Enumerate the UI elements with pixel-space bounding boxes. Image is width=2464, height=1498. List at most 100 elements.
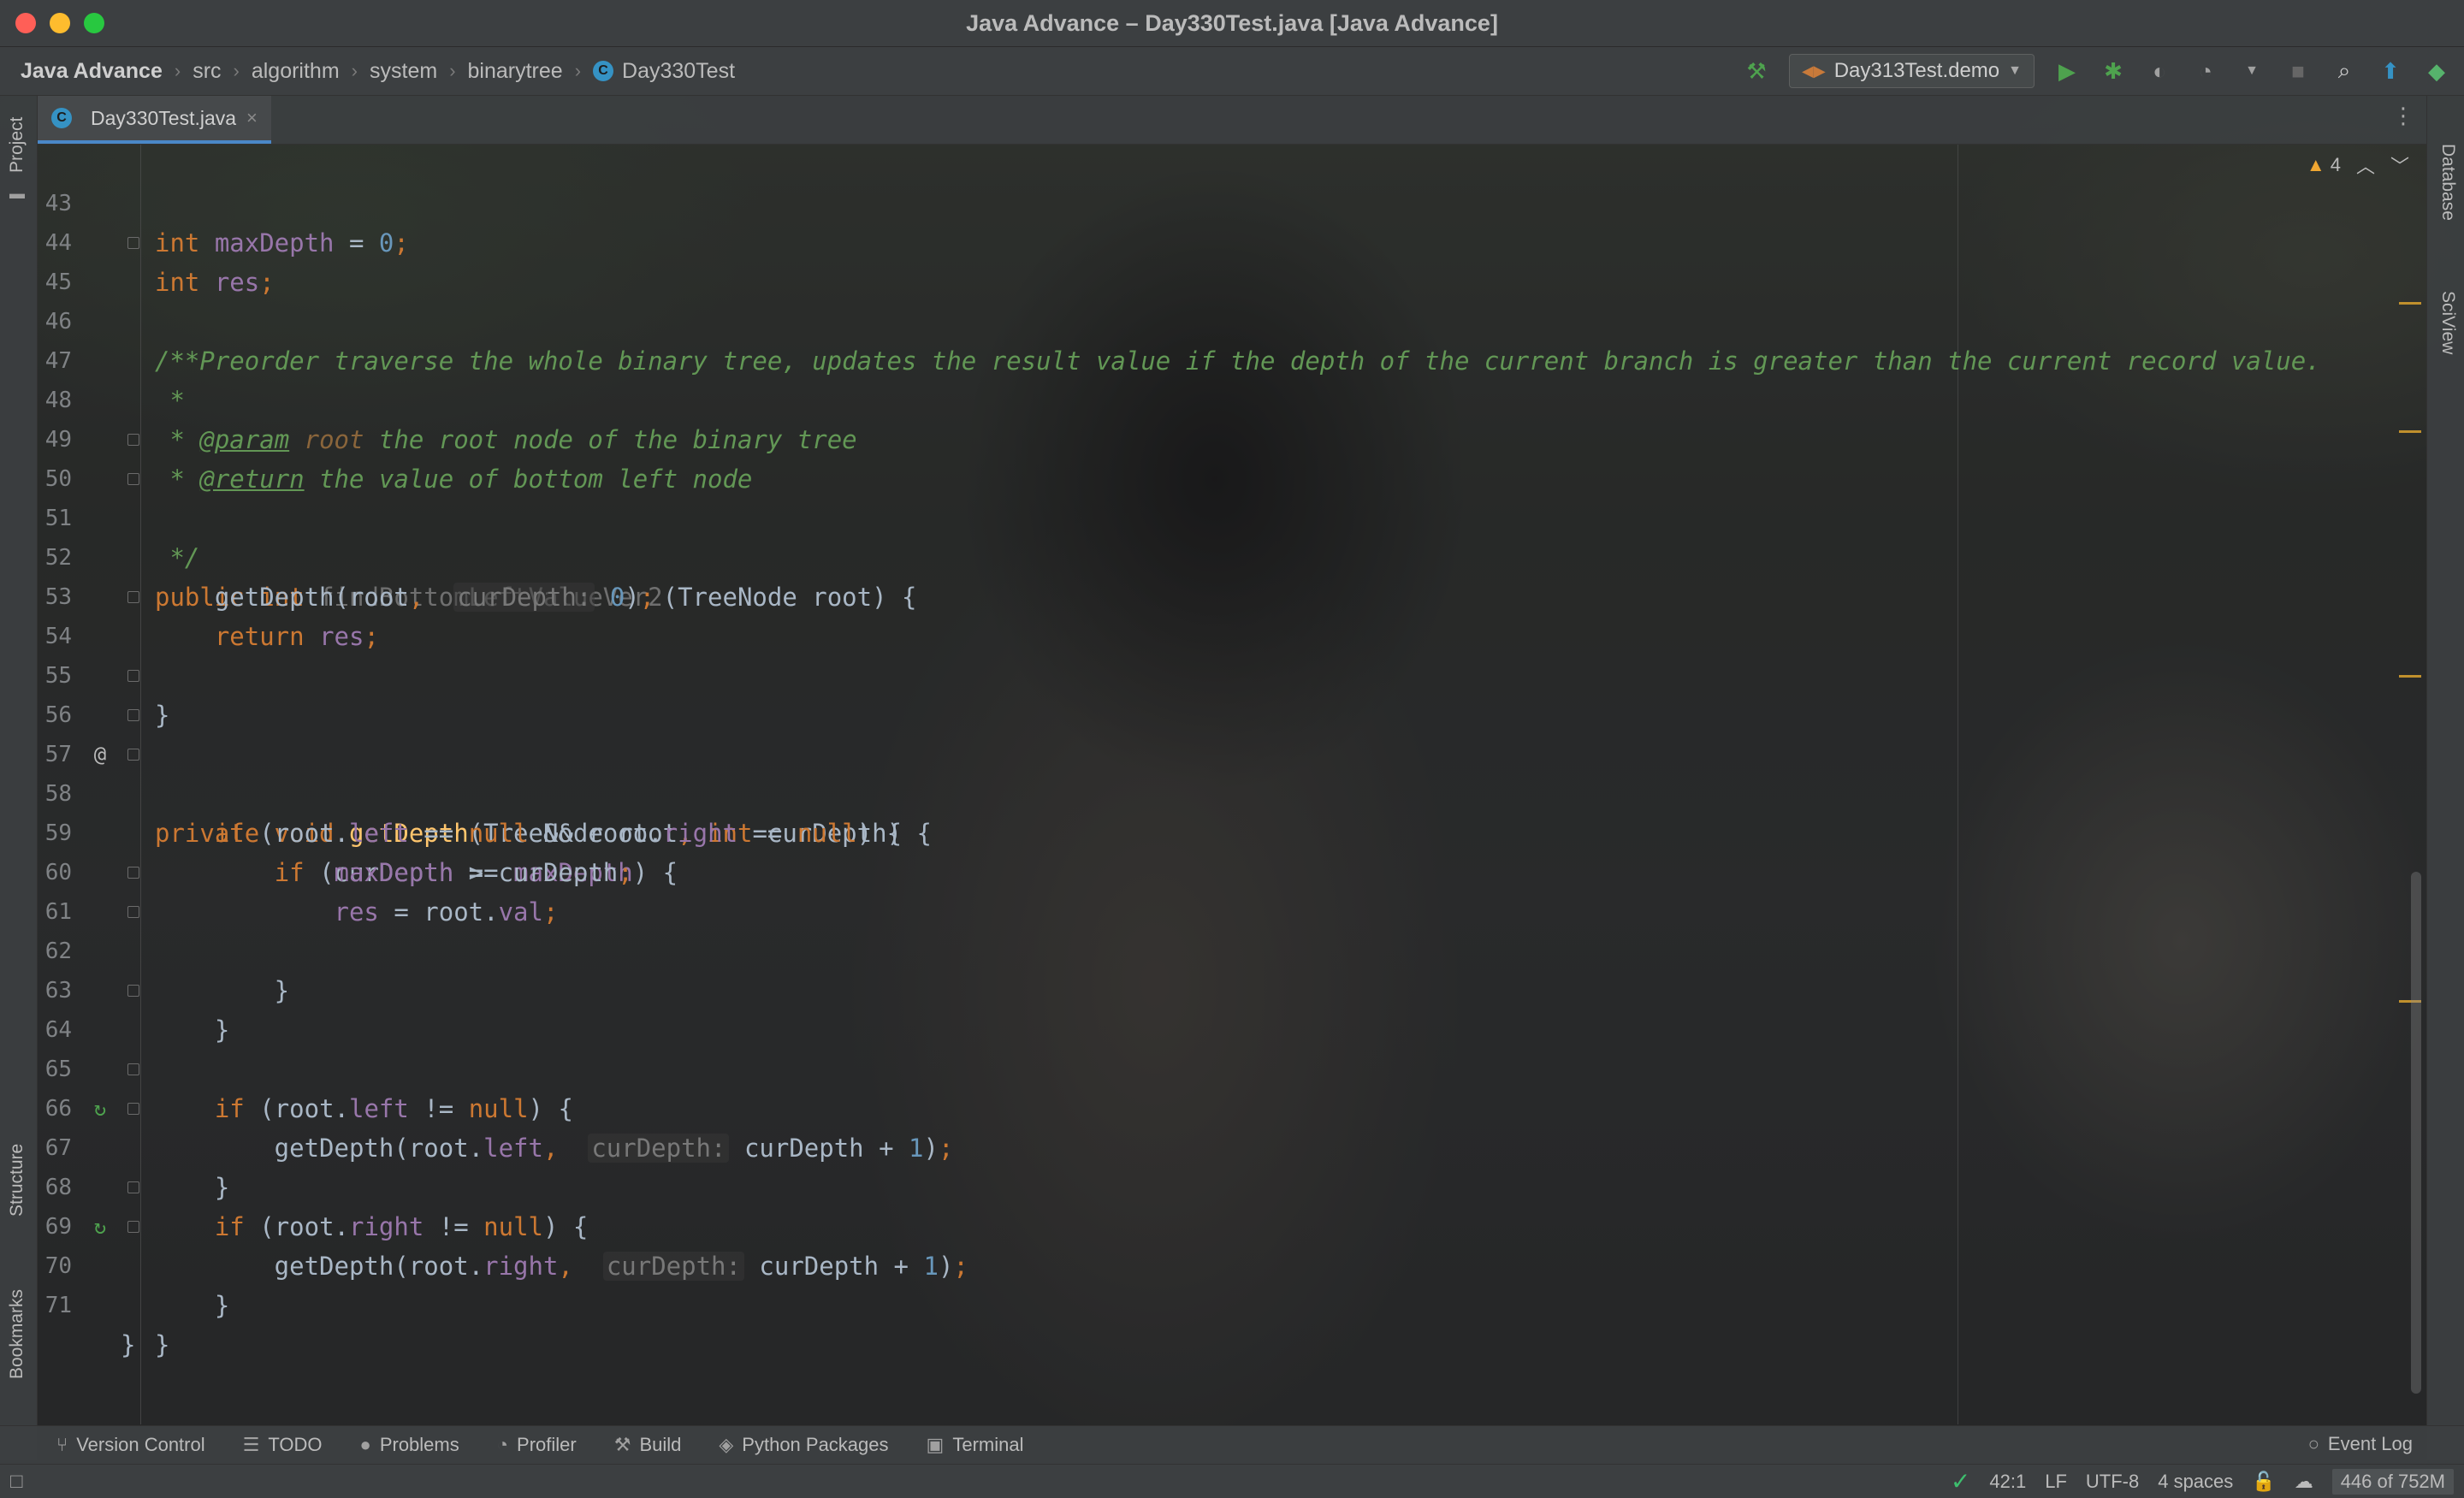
coverage-icon[interactable]: ◐: [2146, 57, 2173, 85]
background-tasks-icon[interactable]: ☁: [2295, 1471, 2313, 1493]
profile-icon[interactable]: ◔: [2192, 57, 2219, 85]
read-only-lock-icon[interactable]: 🔓: [2252, 1471, 2275, 1493]
update-icon[interactable]: ⬆: [2377, 57, 2404, 85]
right-tool-strip: Database SciView: [2426, 96, 2464, 1460]
maximize-window-button[interactable]: [84, 13, 104, 33]
tool-button-label: Python Packages: [742, 1434, 889, 1455]
code-line: 62 }: [38, 892, 2426, 1045]
tool-button-label: Version Control: [76, 1434, 205, 1455]
caret-position[interactable]: 42:1: [1989, 1471, 2026, 1493]
code-line: 55: [38, 617, 2426, 689]
run-icon[interactable]: ▶: [2053, 57, 2081, 85]
more-run-actions-icon[interactable]: ▼: [2238, 57, 2266, 85]
file-encoding[interactable]: UTF-8: [2086, 1471, 2139, 1493]
code-line: 47 *: [38, 302, 2426, 415]
status-bar: □ ✓ 42:1 LF UTF-8 4 spaces 🔓 ☁ 446 of 75…: [0, 1464, 2464, 1498]
database-tool-button[interactable]: Database: [2437, 144, 2458, 221]
status-widgets: ✓ 42:1 LF UTF-8 4 spaces 🔓 ☁ 446 of 752M: [1951, 1465, 2454, 1498]
line-separator[interactable]: LF: [2045, 1471, 2067, 1493]
fold-marker[interactable]: [127, 709, 139, 721]
code-line: 58 if (curDepth >= maxDepth) {: [38, 735, 2426, 887]
project-tool-button[interactable]: Project: [7, 117, 27, 173]
tool-window-bar: ⑂ Version Control ☰ TODO ● Problems ◔ Profil…: [0, 1425, 2464, 1464]
folder-icon: ▬: [9, 185, 25, 202]
debug-icon[interactable]: ✱: [2100, 57, 2127, 85]
tool-button-label: Event Log: [2327, 1433, 2413, 1454]
run-config-label: Day313Test.demo: [1833, 59, 2000, 82]
fold-marker[interactable]: [127, 670, 139, 682]
fold-marker[interactable]: [127, 591, 139, 603]
fold-marker[interactable]: [127, 749, 139, 761]
terminal-icon: ▣: [926, 1434, 945, 1455]
code-line: 44 int res;: [38, 184, 2426, 297]
code-text: }: [121, 1330, 136, 1359]
memory-indicator[interactable]: 446 of 752M: [2331, 1468, 2454, 1495]
code-line: 43 int maxDepth = 0;: [38, 145, 2426, 258]
event-log-tool-button[interactable]: ○ Event Log: [2308, 1433, 2413, 1455]
code-line: 54 }: [38, 577, 2426, 730]
fold-marker[interactable]: [127, 1103, 139, 1115]
breadcrumb-algorithm[interactable]: algorithm: [252, 59, 340, 84]
code-line: 57 if (root.left == null && root.right =…: [38, 696, 2426, 848]
code-line: 63: [38, 932, 2426, 1004]
breadcrumb-separator: ›: [574, 60, 582, 81]
profiler-tool-button[interactable]: ◔ Profiler: [497, 1434, 577, 1456]
version-control-tool-button[interactable]: ⑂ Version Control: [56, 1434, 205, 1456]
toggle-tool-windows-icon[interactable]: □: [10, 1470, 23, 1494]
breadcrumb-class[interactable]: C Day330Test: [593, 59, 735, 84]
vcs-check-icon[interactable]: ✓: [1951, 1467, 1970, 1495]
hammer-build-icon[interactable]: ⚒: [1743, 57, 1770, 85]
tab-day330test[interactable]: C Day330Test.java ×: [38, 96, 271, 144]
ide-logo-icon[interactable]: ◆: [2423, 57, 2450, 85]
tool-button-label: Build: [639, 1434, 682, 1455]
hammer-icon: ⚒: [613, 1434, 631, 1455]
chevron-down-icon: ▼: [2008, 63, 2022, 78]
speech-bubble-icon: ○: [2307, 1433, 2319, 1454]
info-icon: ●: [359, 1434, 371, 1455]
build-tool-button[interactable]: ⚒ Build: [614, 1434, 682, 1456]
tool-button-label: TODO: [268, 1434, 323, 1455]
java-class-icon: C: [51, 108, 72, 128]
breadcrumb-binarytree[interactable]: binarytree: [468, 59, 563, 84]
line-number: 71: [44, 1293, 72, 1318]
code-line: 61 }: [38, 853, 2426, 1005]
fold-marker[interactable]: [127, 434, 139, 446]
breadcrumb-src[interactable]: src: [192, 59, 221, 84]
run-config-icon: ◀▶: [1802, 62, 1826, 80]
fold-marker[interactable]: [127, 906, 139, 918]
breadcrumb-class-label: Day330Test: [622, 58, 736, 83]
todo-tool-button[interactable]: ☰ TODO: [243, 1434, 323, 1456]
code-editor[interactable]: ▲ 4 ︿ ﹀ 43 int maxDepth = 0; 44 int res;…: [38, 145, 2426, 1424]
python-packages-tool-button[interactable]: ◈ Python Packages: [719, 1434, 888, 1456]
search-icon[interactable]: ⌕: [2331, 57, 2358, 85]
sciview-tool-button[interactable]: SciView: [2437, 291, 2458, 354]
profiler-icon: ◔: [496, 1434, 509, 1455]
close-window-button[interactable]: [15, 13, 36, 33]
fold-marker[interactable]: [127, 1063, 139, 1075]
breadcrumb-separator: ›: [233, 60, 240, 81]
structure-tool-button[interactable]: Structure: [7, 1144, 27, 1217]
minimize-window-button[interactable]: [50, 13, 70, 33]
fold-marker[interactable]: [127, 237, 139, 249]
indent-settings[interactable]: 4 spaces: [2158, 1471, 2233, 1493]
breadcrumb-system[interactable]: system: [370, 59, 437, 84]
terminal-tool-button[interactable]: ▣ Terminal: [927, 1434, 1024, 1456]
fold-marker[interactable]: [127, 985, 139, 997]
bookmarks-tool-button[interactable]: Bookmarks: [7, 1289, 27, 1379]
run-configuration-selector[interactable]: ◀▶ Day313Test.demo ▼: [1789, 54, 2035, 88]
fold-marker[interactable]: [127, 1221, 139, 1233]
code-line: 69 }: [38, 1168, 2426, 1320]
java-class-icon: C: [593, 61, 614, 81]
breadcrumb-project[interactable]: Java Advance: [21, 59, 163, 84]
fold-marker[interactable]: [127, 867, 139, 879]
fold-marker[interactable]: [127, 1181, 139, 1193]
close-tab-icon[interactable]: ×: [246, 107, 258, 129]
problems-tool-button[interactable]: ● Problems: [360, 1434, 459, 1456]
tabs-menu-icon[interactable]: ⋮: [2392, 103, 2414, 129]
code-line: 70 }: [38, 1207, 2426, 1359]
stop-icon[interactable]: ■: [2284, 57, 2312, 85]
left-tool-strip: Project ▬ Structure Bookmarks: [0, 96, 38, 1460]
fold-marker[interactable]: [127, 473, 139, 485]
breadcrumb-separator: ›: [351, 60, 358, 81]
breadcrumb: Java Advance › src › algorithm › system …: [21, 59, 735, 84]
